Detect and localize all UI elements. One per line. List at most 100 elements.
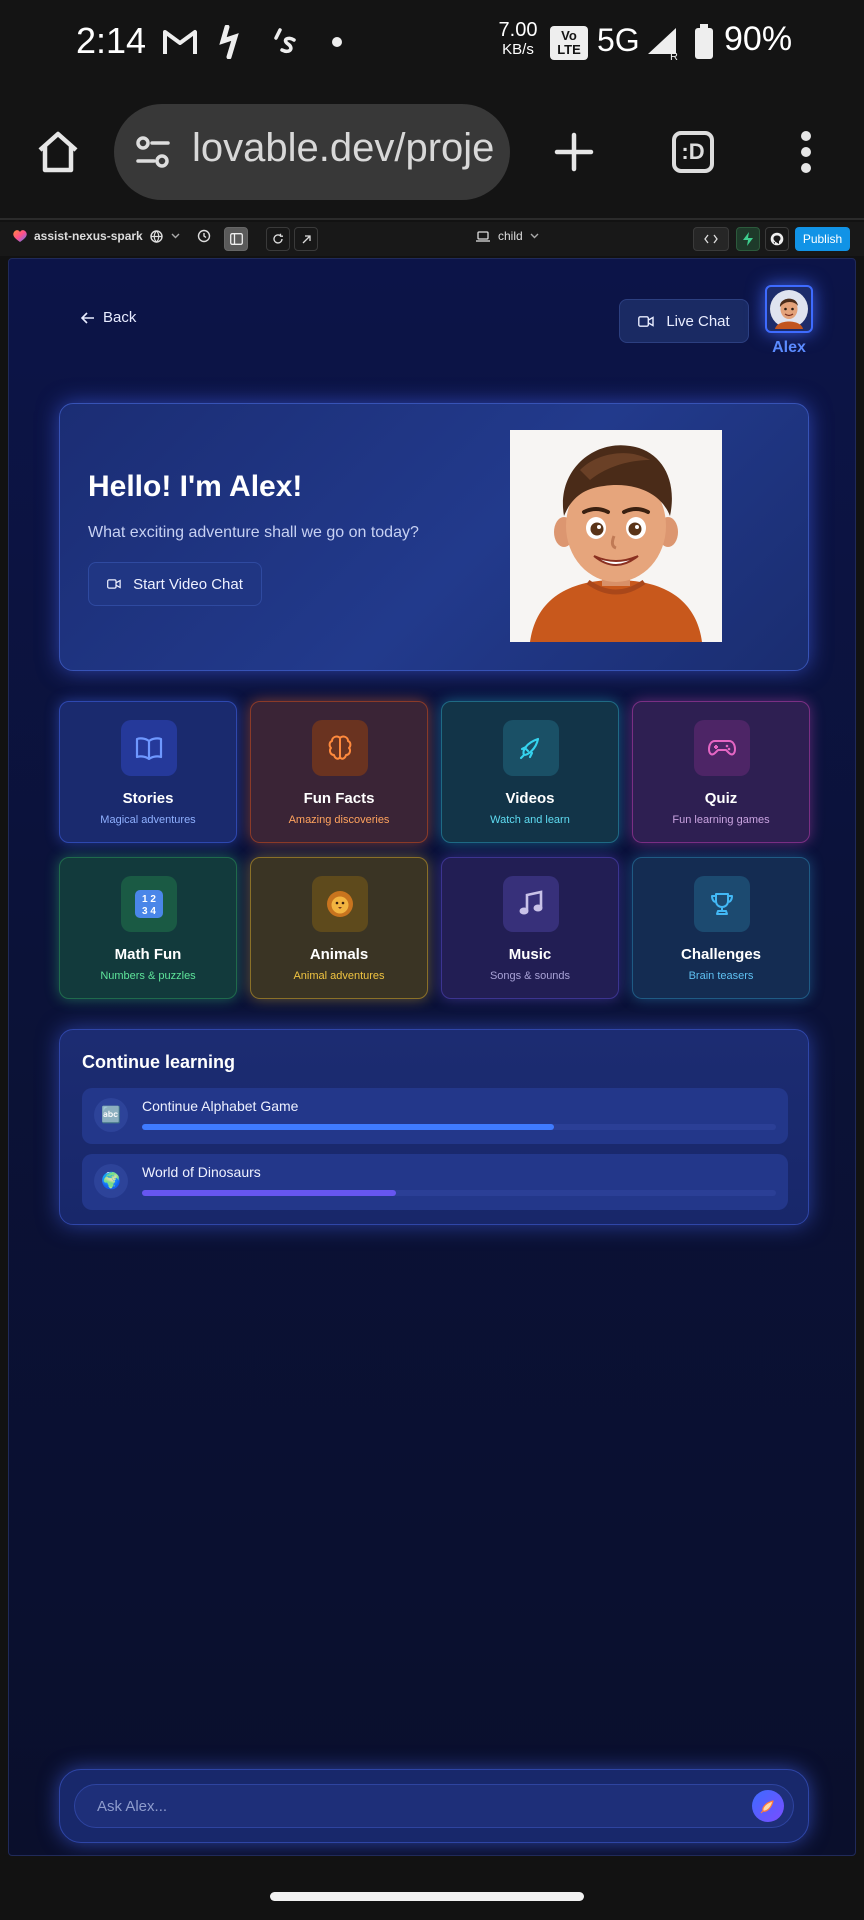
book-open-icon (121, 720, 177, 776)
toggle-sidebar-button[interactable] (224, 227, 248, 251)
tile-subtitle: Brain teasers (688, 970, 754, 982)
tile-subtitle: Fun learning games (672, 814, 770, 826)
send-button[interactable] (752, 1790, 784, 1822)
welcome-card: Hello! I'm Alex! What exciting adventure… (59, 403, 809, 671)
tile-animals[interactable]: Animals Animal adventures (250, 857, 428, 999)
continue-item-label: Continue Alphabet Game (142, 1098, 299, 1114)
progress-fill (142, 1190, 396, 1196)
history-icon (197, 229, 211, 243)
browser-toolbar: lovable.dev/proje :D (0, 84, 864, 220)
editor-toolbar: assist-nexus-spark child Publish (0, 222, 864, 256)
lion-emoji-icon (312, 876, 368, 932)
tile-subtitle: Songs & sounds (489, 970, 571, 982)
video-camera-icon (107, 579, 121, 589)
tile-subtitle: Amazing discoveries (288, 814, 390, 826)
continue-item-alphabet[interactable]: 🔤 Continue Alphabet Game (82, 1088, 788, 1144)
continue-item-label: World of Dinosaurs (142, 1164, 261, 1180)
home-button[interactable] (30, 124, 86, 180)
tile-fun-facts[interactable]: Fun Facts Amazing discoveries (250, 701, 428, 843)
avatar-image (770, 290, 808, 329)
numbers-emoji-icon: 1 23 4 (121, 876, 177, 932)
new-tab-button[interactable] (546, 124, 602, 180)
tile-videos[interactable]: Videos Watch and learn (441, 701, 619, 843)
gmail-icon (160, 22, 200, 62)
tile-subtitle: Numbers & puzzles (100, 970, 196, 982)
tile-title: Music (508, 946, 552, 963)
device-selector[interactable]: child (476, 229, 539, 243)
code-view-button[interactable] (693, 227, 729, 251)
welcome-subtitle: What exciting adventure shall we go on t… (88, 524, 419, 541)
avatar-name: Alex (772, 339, 806, 356)
brain-icon (312, 720, 368, 776)
refresh-icon (273, 233, 283, 244)
battery-icon (694, 24, 714, 65)
tile-subtitle: Magical adventures (100, 814, 196, 826)
ask-input[interactable] (74, 1784, 794, 1828)
svg-text:1 2: 1 2 (142, 894, 156, 905)
rocket-icon (503, 720, 559, 776)
browser-menu-button[interactable] (778, 124, 834, 180)
signal-icon: R (646, 26, 680, 65)
site-settings-icon[interactable] (134, 132, 174, 172)
tile-math-fun[interactable]: 1 23 4 Math Fun Numbers & puzzles (59, 857, 237, 999)
music-note-emoji-icon (503, 876, 559, 932)
tile-challenges[interactable]: Challenges Brain teasers (632, 857, 810, 999)
code-icon (704, 234, 718, 244)
gamepad-icon (694, 720, 750, 776)
open-new-window-button[interactable] (294, 227, 318, 251)
history-button[interactable] (197, 229, 211, 243)
globe-icon (150, 229, 163, 243)
github-button[interactable] (765, 227, 789, 251)
tile-stories[interactable]: Stories Magical adventures (59, 701, 237, 843)
roaming-indicator: R (670, 51, 678, 60)
live-chat-label: Live Chat (666, 312, 730, 330)
welcome-title: Hello! I'm Alex! (88, 470, 303, 503)
avatar[interactable] (765, 285, 813, 333)
progress-bar (142, 1190, 776, 1196)
project-name: assist-nexus-spark (34, 229, 143, 243)
tile-title: Challenges (680, 946, 762, 963)
plus-icon (554, 132, 594, 172)
chevron-down-icon (171, 233, 180, 239)
tile-quiz[interactable]: Quiz Fun learning games (632, 701, 810, 843)
project-menu[interactable]: assist-nexus-spark (12, 229, 180, 243)
tile-music[interactable]: Music Songs & sounds (441, 857, 619, 999)
network-speed: 7.00 KB/s (496, 20, 540, 57)
back-label: Back (103, 309, 137, 326)
start-video-chat-button[interactable]: Start Video Chat (88, 562, 262, 606)
back-button[interactable]: Back (81, 309, 136, 326)
globe-emoji-icon: 🌍 (94, 1164, 128, 1198)
sidebar-icon (229, 233, 243, 245)
home-gesture-handle[interactable] (270, 1892, 584, 1901)
continue-item-dinosaurs[interactable]: 🌍 World of Dinosaurs (82, 1154, 788, 1210)
supabase-button[interactable] (736, 227, 760, 251)
home-icon (38, 131, 78, 173)
app-notification-icon-2 (268, 22, 304, 62)
publish-button[interactable]: Publish (795, 227, 850, 251)
continue-learning-title: Continue learning (82, 1052, 235, 1072)
tile-subtitle: Animal adventures (293, 970, 385, 982)
more-notifications-dot-icon (330, 22, 344, 62)
tab-count: :D (672, 131, 714, 173)
tile-subtitle: Watch and learn (490, 814, 570, 826)
laptop-icon (476, 230, 490, 242)
speed-value: 7.00 (498, 19, 538, 41)
tab-switcher-button[interactable]: :D (665, 124, 721, 180)
refresh-button[interactable] (266, 227, 290, 251)
volte-top: Vo (561, 28, 577, 43)
url-text: lovable.dev/proje (192, 126, 495, 170)
abc-emoji-icon: 🔤 (94, 1098, 128, 1132)
tile-title: Videos (505, 790, 555, 807)
app-preview: Back Live Chat Alex Hello! I'm Alex! Wha… (8, 258, 856, 1856)
tile-title: Stories (122, 790, 174, 807)
tile-title: Math Fun (114, 946, 182, 963)
live-chat-button[interactable]: Live Chat (619, 299, 749, 343)
app-notification-icon (216, 22, 246, 62)
battery-percent: 90% (724, 20, 793, 58)
address-bar[interactable]: lovable.dev/proje (114, 104, 510, 200)
chevron-down-icon (530, 233, 539, 239)
status-bar: 2:14 7.00 KB/s Vo LTE 5G R 90% (0, 0, 864, 84)
system-nav-bar (0, 1858, 864, 1920)
trophy-icon (694, 876, 750, 932)
tile-title: Animals (309, 946, 369, 963)
